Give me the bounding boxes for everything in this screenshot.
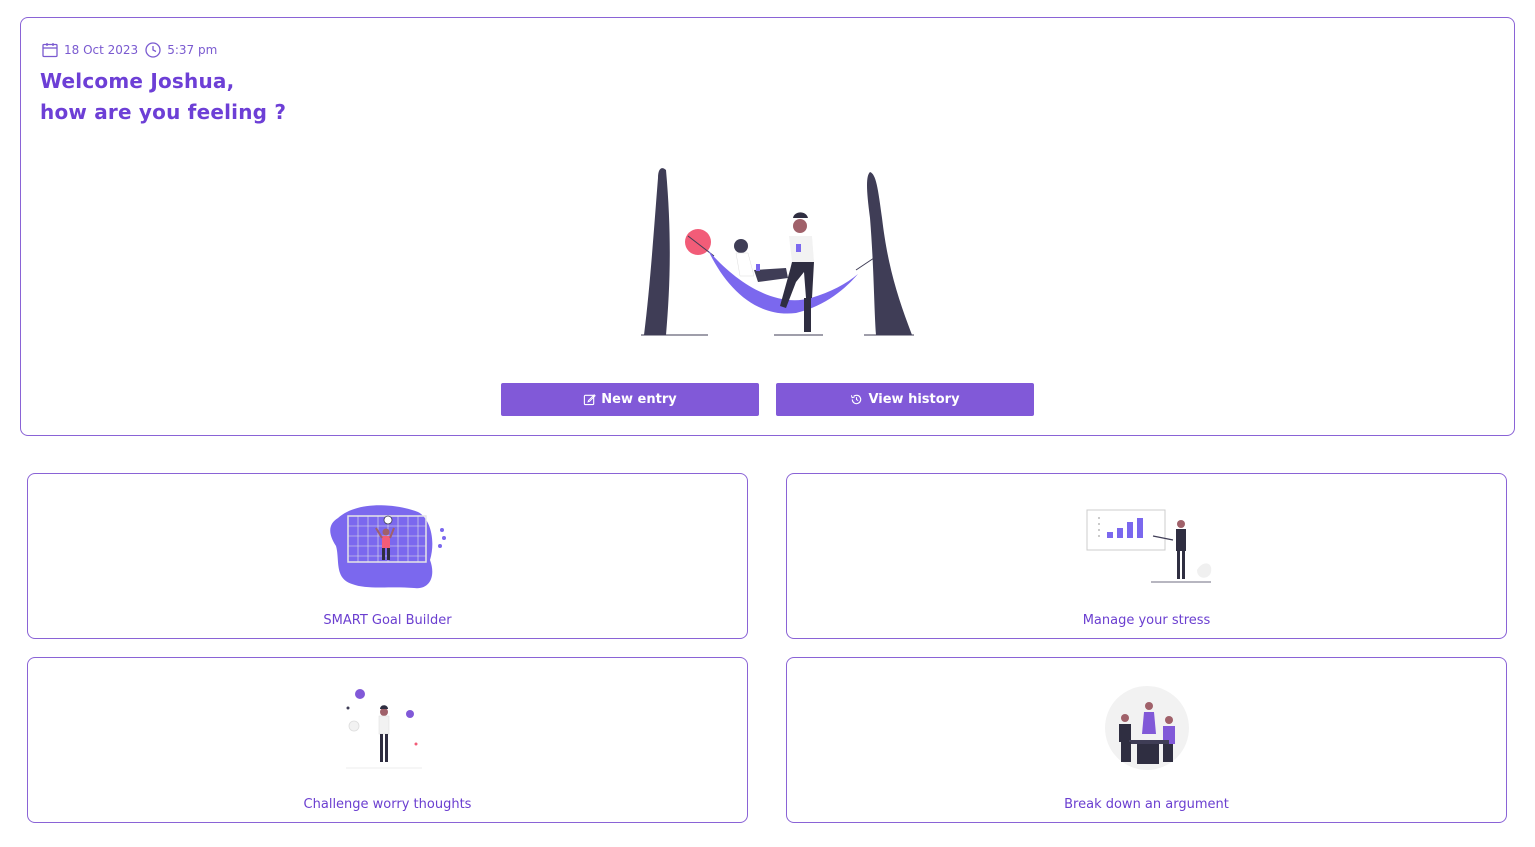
- greeting: Welcome Joshua, how are you feeling ?: [40, 66, 286, 128]
- hammock-illustration: [641, 168, 914, 336]
- view-history-button[interactable]: View history: [776, 383, 1034, 416]
- card-label: Break down an argument: [1064, 797, 1229, 812]
- view-history-label: View history: [868, 392, 960, 407]
- presentation-illustration: [1086, 509, 1211, 583]
- greeting-line-1: Welcome Joshua,: [40, 69, 235, 93]
- greeting-line-2: how are you feeling ?: [40, 100, 287, 124]
- card-challenge-worry[interactable]: Challenge worry thoughts: [27, 657, 748, 823]
- card-label: Challenge worry thoughts: [303, 797, 472, 812]
- datetime-row: 18 Oct 2023 5:37 pm: [41, 41, 223, 59]
- card-label: SMART Goal Builder: [323, 613, 452, 628]
- current-date: 18 Oct 2023: [64, 43, 139, 57]
- card-label: Manage your stress: [1082, 613, 1211, 628]
- card-smart-goal-builder[interactable]: SMART Goal Builder: [27, 473, 748, 639]
- calendar-icon: [41, 41, 59, 59]
- welcome-panel: 18 Oct 2023 5:37 pm Welcome Joshua, how …: [20, 17, 1515, 436]
- card-manage-stress[interactable]: Manage your stress: [786, 473, 1507, 639]
- current-time: 5:37 pm: [167, 43, 218, 57]
- discussion-illustration: [1104, 686, 1189, 770]
- history-icon: [850, 393, 863, 406]
- new-entry-button[interactable]: New entry: [501, 383, 759, 416]
- clock-icon: [144, 41, 162, 59]
- new-entry-label: New entry: [601, 392, 677, 407]
- card-break-down-argument[interactable]: Break down an argument: [786, 657, 1507, 823]
- worry-thoughts-illustration: [345, 689, 422, 769]
- edit-icon: [583, 393, 597, 406]
- goalkeeper-illustration: [329, 505, 446, 589]
